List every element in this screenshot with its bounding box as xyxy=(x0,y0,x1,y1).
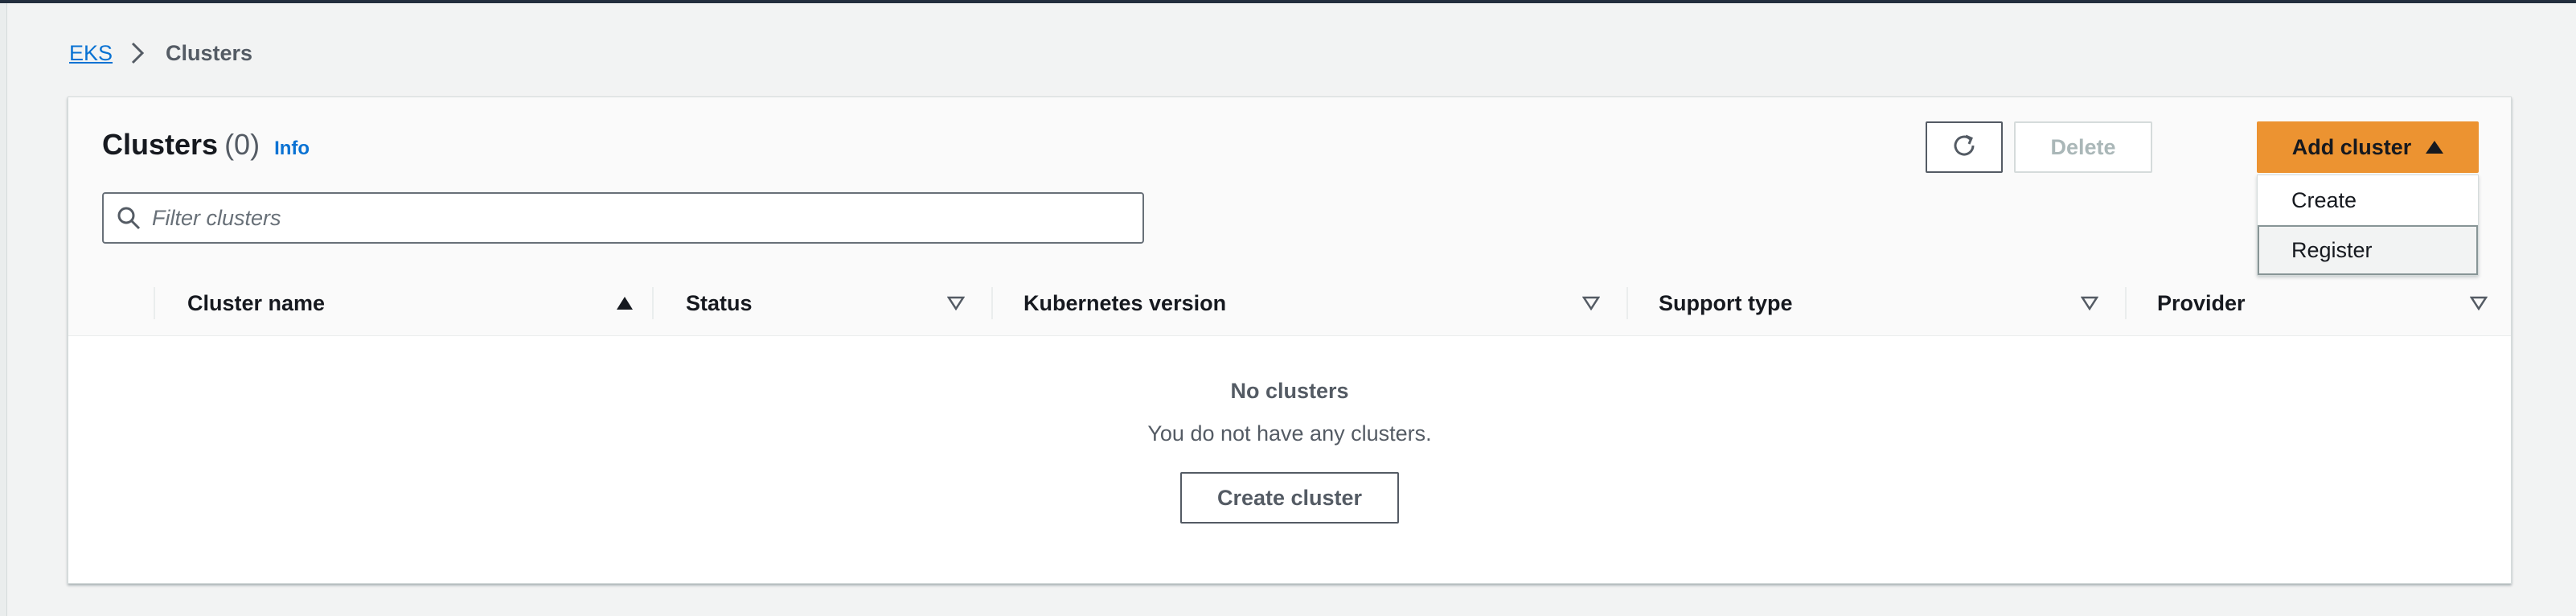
sort-icon[interactable] xyxy=(1581,271,1601,335)
sort-icon[interactable] xyxy=(2080,271,2099,335)
breadcrumb-eks-link[interactable]: EKS xyxy=(69,41,113,66)
filter-clusters-field[interactable] xyxy=(102,192,1144,244)
clusters-table-container: Clusters (0) Info Delete Add cluster Cre… xyxy=(68,97,2512,584)
column-label: Cluster name xyxy=(187,290,326,315)
page-title: Clusters xyxy=(102,128,219,161)
menu-item-create[interactable]: Create xyxy=(2258,175,2478,225)
column-label: Support type xyxy=(1659,290,1793,315)
add-cluster-button[interactable]: Add cluster xyxy=(2257,121,2479,173)
caret-up-icon xyxy=(2426,141,2444,154)
column-header-status[interactable]: Status xyxy=(686,271,753,335)
column-divider xyxy=(652,287,654,319)
side-navigation-rail xyxy=(0,3,7,616)
breadcrumb-current: Clusters xyxy=(166,40,253,65)
filter-clusters-input[interactable] xyxy=(152,195,1117,240)
column-label: Kubernetes version xyxy=(1023,290,1227,315)
column-header-support-type[interactable]: Support type xyxy=(1659,271,1793,335)
add-cluster-label: Add cluster xyxy=(2291,134,2412,159)
empty-state-message: You do not have any clusters. xyxy=(1147,421,1432,446)
sort-icon[interactable] xyxy=(946,271,966,335)
menu-item-register[interactable]: Register xyxy=(2258,225,2478,275)
search-icon xyxy=(115,204,142,232)
title-row: Clusters (0) Info xyxy=(102,128,310,162)
cluster-count: (0) xyxy=(224,128,260,161)
sort-icon[interactable] xyxy=(2469,271,2488,335)
table-header-row: Cluster name Status Kubernetes version S… xyxy=(68,271,2511,336)
create-cluster-button[interactable]: Create cluster xyxy=(1180,472,1399,524)
breadcrumb: EKS Clusters xyxy=(69,37,252,69)
empty-state: No clusters You do not have any clusters… xyxy=(68,335,2511,524)
column-header-cluster-name[interactable]: Cluster name xyxy=(187,271,325,335)
refresh-icon xyxy=(1950,131,1979,164)
delete-button-label: Delete xyxy=(2050,134,2116,159)
column-divider xyxy=(2125,287,2127,319)
column-label: Status xyxy=(686,290,753,315)
column-divider xyxy=(1626,287,1628,319)
chevron-right-icon xyxy=(130,37,145,69)
top-border xyxy=(0,0,2576,3)
refresh-button[interactable] xyxy=(1926,121,2003,173)
column-label: Provider xyxy=(2157,290,2246,315)
column-header-kubernetes-version[interactable]: Kubernetes version xyxy=(1023,271,1226,335)
column-divider xyxy=(154,287,155,319)
sort-ascending-icon[interactable] xyxy=(615,271,634,335)
delete-button[interactable]: Delete xyxy=(2014,121,2152,173)
add-cluster-menu: Create Register xyxy=(2257,175,2479,276)
column-divider xyxy=(991,287,993,319)
column-header-provider[interactable]: Provider xyxy=(2157,271,2246,335)
info-link[interactable]: Info xyxy=(274,138,310,160)
empty-state-title: No clusters xyxy=(1230,379,1349,403)
